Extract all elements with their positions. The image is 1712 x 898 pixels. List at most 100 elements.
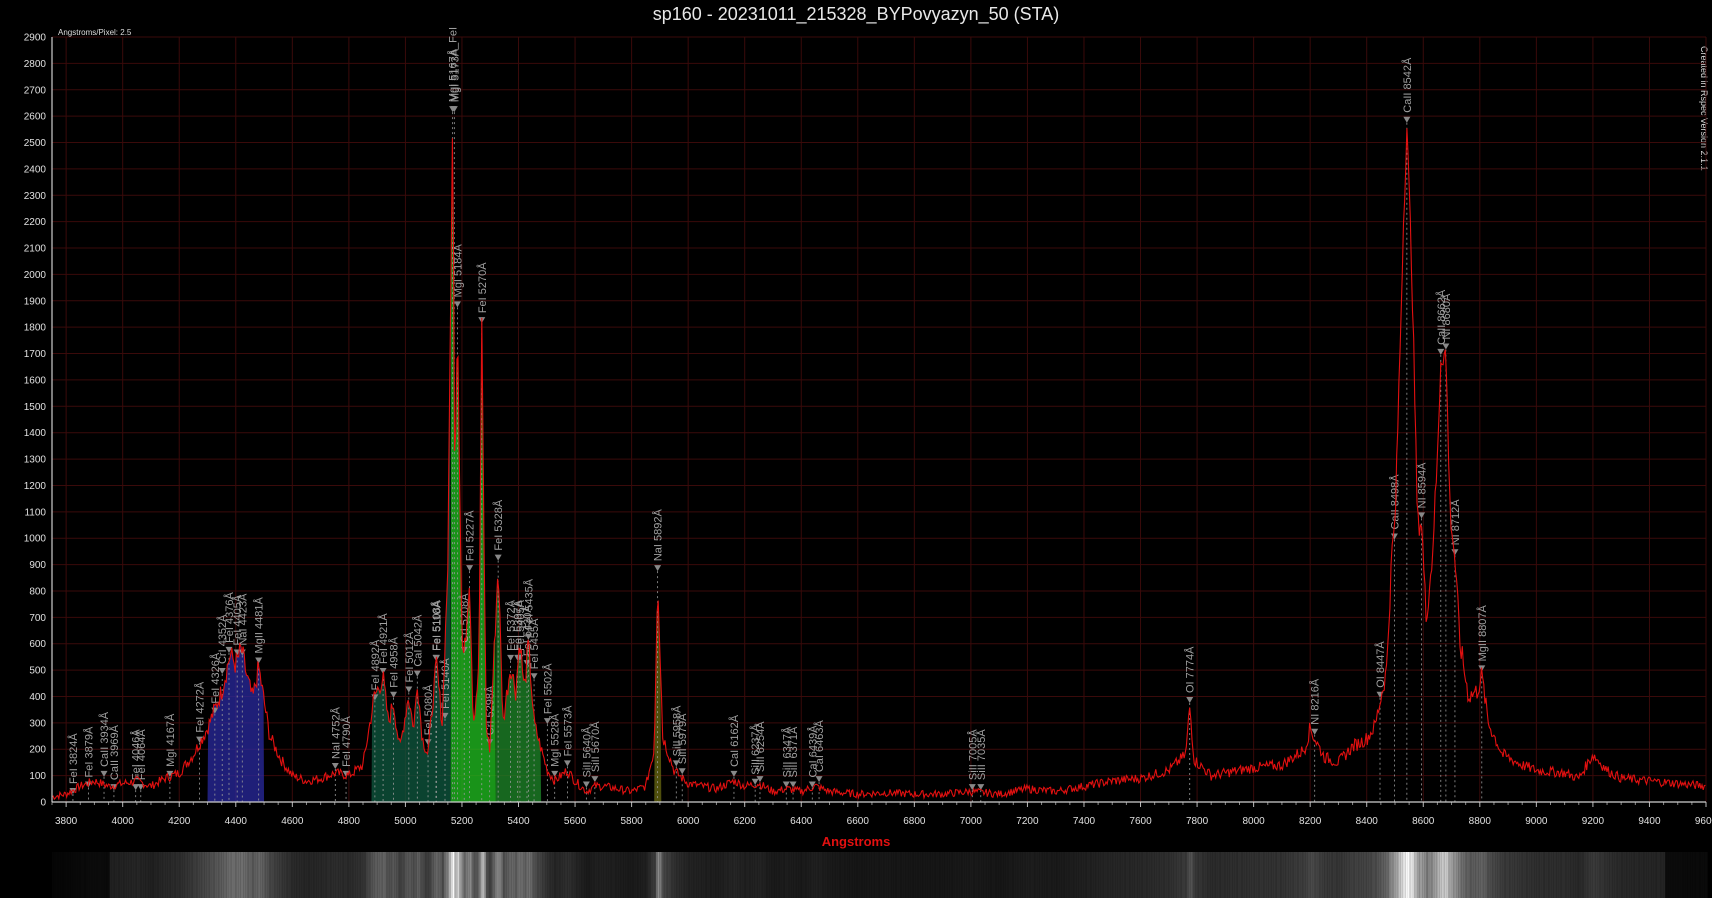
strip-band [891,852,894,898]
x-tick-label: 3800 [55,816,78,827]
strip-band [265,852,268,898]
strip-band [226,852,229,898]
strip-band [1704,852,1706,898]
y-tick-label: 500 [29,666,46,677]
strip-band [491,852,494,898]
strip-band [231,852,234,898]
strip-band [1571,852,1574,898]
strip-band [825,852,828,898]
strip-band [516,852,519,898]
strip-band [152,852,154,898]
strip-band [394,852,397,898]
strip-band [1207,852,1209,898]
strip-band [1264,852,1267,898]
strip-band [82,852,85,898]
strip-band [1191,852,1194,898]
strip-band [915,852,918,898]
strip-band [922,852,924,898]
strip-band [1195,852,1198,898]
strip-band [1029,852,1031,898]
strip-band [767,852,770,898]
strip-band [401,852,404,898]
strip-band [1232,852,1235,898]
strip-band [1497,852,1500,898]
y-tick-label: 1100 [24,507,46,518]
strip-band [362,852,365,898]
strip-band [1273,852,1276,898]
strip-band [934,852,936,898]
strip-band [1025,852,1028,898]
strip-band [1412,852,1415,898]
line-label: CaI 6162Å [728,714,741,767]
strip-band [450,852,453,898]
strip-band [700,852,702,898]
strip-band [1356,852,1359,898]
strip-band [525,852,527,898]
strip-band [201,852,203,898]
strip-band [377,852,380,898]
strip-band [1314,852,1316,898]
strip-band [1532,852,1535,898]
strip-band [564,852,567,898]
strip-band [978,852,980,898]
strip-band [498,852,500,898]
strip-band [856,852,858,898]
strip-band [433,852,436,898]
strip-band [1127,852,1130,898]
strip-band [489,852,492,898]
strip-band [1208,852,1211,898]
strip-band [1353,852,1355,898]
strip-band [386,852,388,898]
line-marker-triangle [815,776,823,783]
strip-band [1517,852,1520,898]
strip-band [608,852,611,898]
strip-band [158,852,161,898]
strip-band [791,852,794,898]
strip-band [774,852,777,898]
strip-band [1422,852,1425,898]
strip-band [521,852,524,898]
strip-band [330,852,332,898]
strip-band [1427,852,1430,898]
line-label: NaI 4423Å [236,593,249,646]
strip-band [1180,852,1182,898]
strip-band [1636,852,1639,898]
strip-band [437,852,439,898]
y-tick-label: 300 [29,718,46,729]
strip-band [1607,852,1610,898]
strip-band [637,852,639,898]
strip-band [442,852,444,898]
x-tick-label: 4000 [112,816,135,827]
strip-band [533,852,536,898]
strip-band [630,852,633,898]
strip-band [1348,852,1350,898]
strip-band [1324,852,1327,898]
strip-band [425,852,427,898]
strip-band [130,852,132,898]
strip-band [303,852,305,898]
y-tick-label: 2000 [24,270,47,281]
strip-band [513,852,516,898]
strip-band [895,852,897,898]
strip-band [1178,852,1181,898]
strip-band [1609,852,1612,898]
axes: 3800 4000 4200 4400 4600 4800 5000 5200 5400 5600… [24,33,1712,828]
strip-band [114,852,117,898]
strip-band [1551,852,1554,898]
strip-band [1280,852,1282,898]
strip-band [65,852,68,898]
strip-band [973,852,975,898]
strip-band [382,852,385,898]
line-label: OI 7774Å [1184,646,1197,693]
strip-band [1561,852,1564,898]
strip-band [1224,852,1226,898]
strip-band [126,852,129,898]
strip-band [946,852,948,898]
strip-band [423,852,426,898]
strip-band [1365,852,1367,898]
line-marker-triangle [678,768,686,775]
strip-band [759,852,762,898]
strip-band [1666,852,1669,898]
strip-band [1227,852,1230,898]
strip-band [1405,852,1408,898]
